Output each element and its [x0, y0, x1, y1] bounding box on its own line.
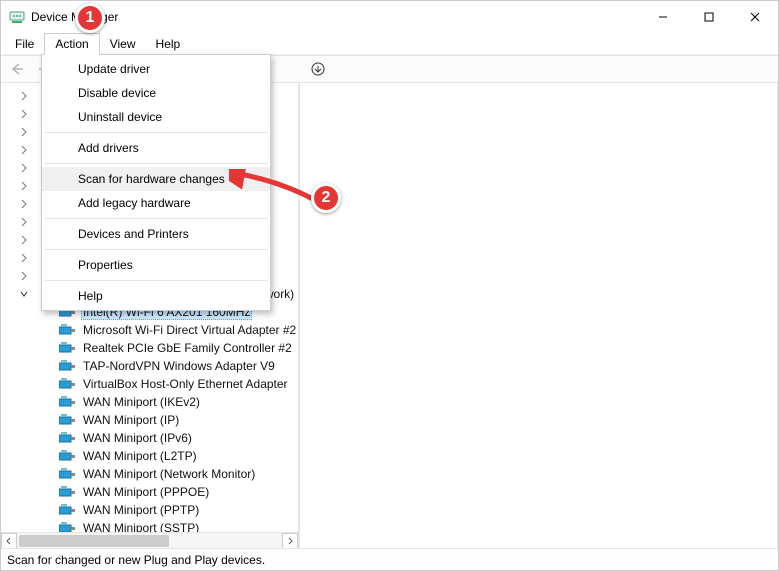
tree-item-label: Realtek PCIe GbE Family Controller #2 [81, 341, 294, 355]
app-icon [9, 9, 25, 25]
menu-separator [44, 280, 268, 281]
scroll-left-button[interactable] [1, 533, 17, 549]
menu-help[interactable]: Help [146, 33, 191, 54]
scroll-thumb[interactable] [19, 535, 169, 547]
tree-item-adapter[interactable]: Realtek PCIe GbE Family Controller #2 [5, 339, 298, 357]
scroll-right-button[interactable] [282, 533, 298, 549]
tree-item-label: WAN Miniport (IPv6) [81, 431, 194, 445]
network-adapter-icon [59, 522, 75, 532]
tree-item-label: WAN Miniport (PPTP) [81, 503, 201, 517]
menu-separator [44, 132, 268, 133]
toolbar-extra-button[interactable] [306, 58, 330, 80]
menu-file[interactable]: File [5, 33, 44, 54]
close-button[interactable] [732, 1, 778, 33]
menu-separator [44, 163, 268, 164]
tree-item-label: WAN Miniport (IP) [81, 413, 181, 427]
horizontal-scrollbar[interactable] [1, 532, 298, 548]
maximize-button[interactable] [686, 1, 732, 33]
menu-item-update-driver[interactable]: Update driver [42, 57, 270, 81]
tree-item-adapter[interactable]: WAN Miniport (IPv6) [5, 429, 298, 447]
tree-item-label: WAN Miniport (IKEv2) [81, 395, 202, 409]
network-adapter-icon [59, 324, 75, 336]
back-button[interactable] [5, 58, 29, 80]
title-bar: Device Manager [1, 1, 778, 33]
tree-item-label: TAP-NordVPN Windows Adapter V9 [81, 359, 277, 373]
network-adapter-icon [59, 360, 75, 372]
tree-item-adapter[interactable]: WAN Miniport (Network Monitor) [5, 465, 298, 483]
network-adapter-icon [59, 414, 75, 426]
minimize-button[interactable] [640, 1, 686, 33]
annotation-callout-1: 1 [75, 3, 105, 33]
network-adapter-icon [59, 396, 75, 408]
tree-item-label: WAN Miniport (PPPOE) [81, 485, 211, 499]
tree-item-adapter[interactable]: VirtualBox Host-Only Ethernet Adapter [5, 375, 298, 393]
network-adapter-icon [59, 504, 75, 516]
network-adapter-icon [59, 378, 75, 390]
tree-item-adapter[interactable]: WAN Miniport (PPTP) [5, 501, 298, 519]
network-adapter-icon [59, 468, 75, 480]
menu-item-help[interactable]: Help [42, 284, 270, 308]
menu-item-uninstall-device[interactable]: Uninstall device [42, 105, 270, 129]
menu-bar: File Action View Help [1, 33, 778, 55]
tree-item-adapter[interactable]: Microsoft Wi-Fi Direct Virtual Adapter #… [5, 321, 298, 339]
tree-item-adapter[interactable]: TAP-NordVPN Windows Adapter V9 [5, 357, 298, 375]
annotation-callout-2: 2 [311, 183, 341, 213]
menu-item-disable-device[interactable]: Disable device [42, 81, 270, 105]
status-text: Scan for changed or new Plug and Play de… [7, 553, 265, 567]
menu-view[interactable]: View [100, 33, 146, 54]
tree-item-label: WAN Miniport (Network Monitor) [81, 467, 257, 481]
menu-separator [44, 218, 268, 219]
menu-item-add-drivers[interactable]: Add drivers [42, 136, 270, 160]
network-adapter-icon [59, 486, 75, 498]
annotation-arrow-icon [229, 169, 319, 209]
menu-action[interactable]: Action [44, 33, 99, 55]
menu-item-properties[interactable]: Properties [42, 253, 270, 277]
tree-item-adapter[interactable]: WAN Miniport (PPPOE) [5, 483, 298, 501]
tree-item-adapter[interactable]: WAN Miniport (L2TP) [5, 447, 298, 465]
menu-separator [44, 249, 268, 250]
tree-item-adapter[interactable]: WAN Miniport (IP) [5, 411, 298, 429]
status-bar: Scan for changed or new Plug and Play de… [1, 548, 778, 570]
menu-item-devices-printers[interactable]: Devices and Printers [42, 222, 270, 246]
tree-item-adapter[interactable]: WAN Miniport (IKEv2) [5, 393, 298, 411]
tree-item-adapter[interactable]: WAN Miniport (SSTP) [5, 519, 298, 532]
tree-item-label: WAN Miniport (L2TP) [81, 449, 199, 463]
tree-item-label: VirtualBox Host-Only Ethernet Adapter [81, 377, 290, 391]
right-pane [299, 83, 778, 548]
network-adapter-icon [59, 432, 75, 444]
scroll-track[interactable] [17, 533, 282, 549]
network-adapter-icon [59, 342, 75, 354]
tree-item-label: WAN Miniport (SSTP) [81, 521, 201, 532]
tree-item-label: Microsoft Wi-Fi Direct Virtual Adapter #… [81, 323, 298, 337]
network-adapter-icon [59, 450, 75, 462]
